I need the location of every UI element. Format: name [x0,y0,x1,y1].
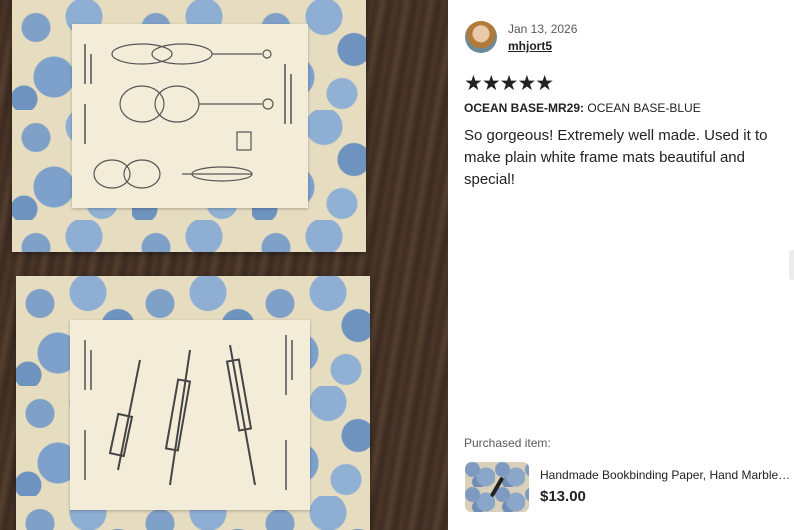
marbled-mat-bottom [16,276,370,530]
purchased-item-price: $13.00 [540,488,586,505]
variation-line: OCEAN BASE-MR29: OCEAN BASE-BLUE [464,101,701,115]
variation-value: OCEAN BASE-BLUE [587,101,701,115]
pen-icon [489,476,505,498]
review-photo[interactable] [0,0,448,530]
avatar[interactable] [465,21,497,53]
purchased-item-title[interactable]: Handmade Bookbinding Paper, Hand Marbled… [540,468,794,482]
review-text: So gorgeous! Extremely well made. Used i… [464,127,768,188]
purchased-item-thumbnail[interactable] [465,462,529,512]
variation-label: OCEAN BASE-MR29: [464,101,585,115]
patent-print-violin [72,24,308,208]
purchased-item-label: Purchased item: [464,436,551,450]
reviewer-link[interactable]: mhjort5 [508,39,552,53]
carousel-next-edge[interactable] [789,250,794,280]
star-rating: ★★★★★ [464,72,554,95]
marbled-mat-top [12,0,366,252]
review-date: Jan 13, 2026 [508,22,578,36]
review-panel: Jan 13, 2026 mhjort5 ★★★★★ OCEAN BASE-MR… [448,0,794,530]
patent-print-violin-bow [70,320,310,510]
